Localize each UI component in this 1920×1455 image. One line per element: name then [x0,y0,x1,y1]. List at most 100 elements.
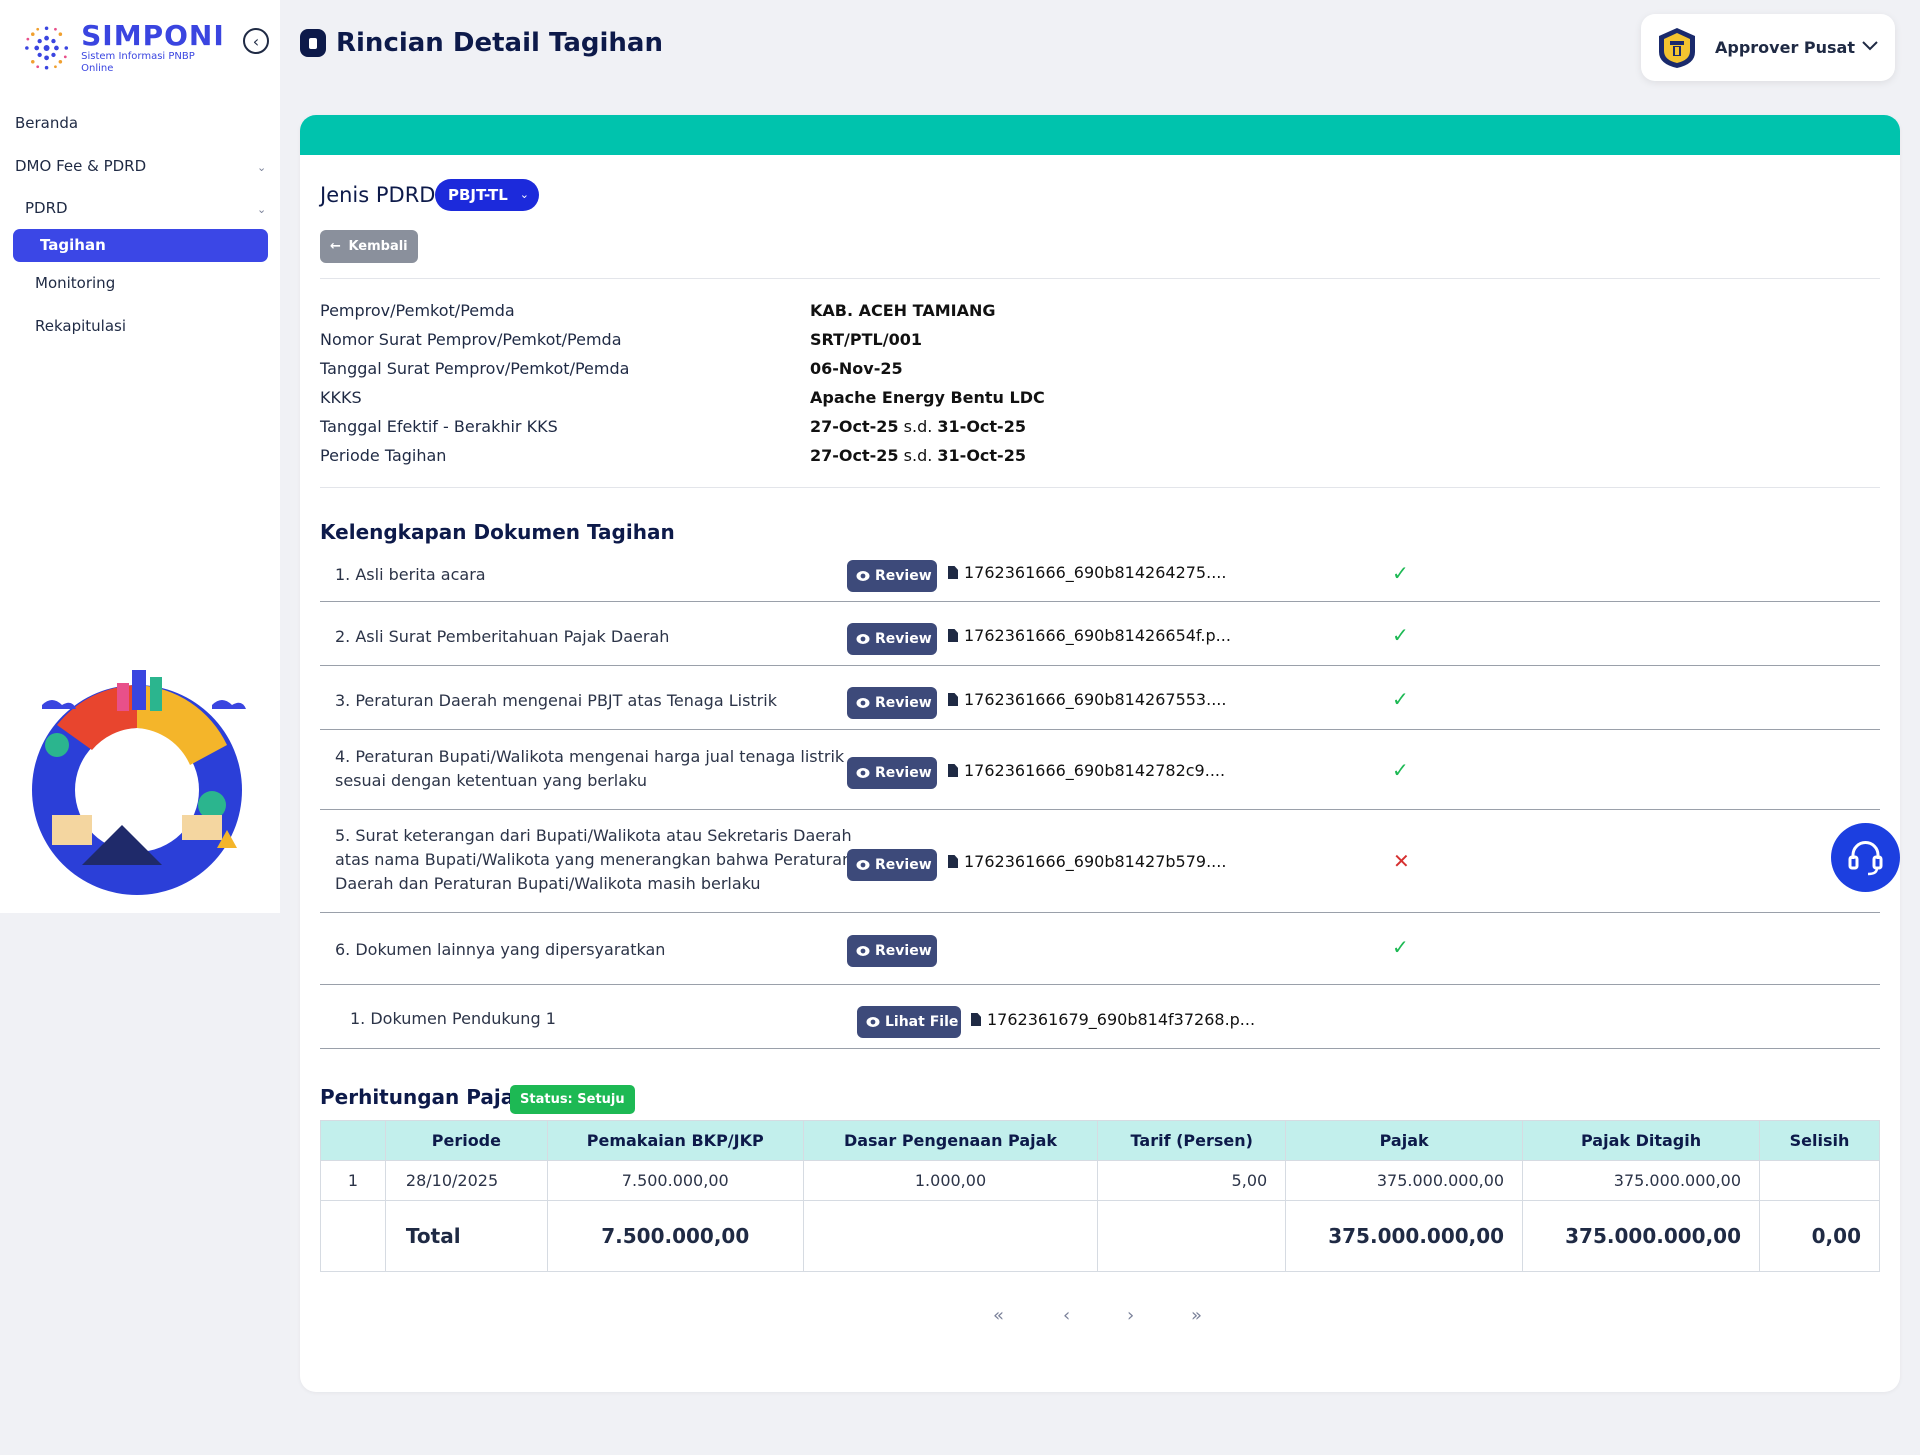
column-header: Dasar Pengenaan Pajak [802,1120,1099,1161]
file-icon [948,764,958,777]
table-cell [320,1200,386,1272]
info-value: SRT/PTL/001 [810,330,922,349]
table-cell: 7.500.000,00 [546,1160,804,1201]
sidebar-item-monitoring[interactable]: Monitoring [35,274,115,292]
review-button-label: Review [875,857,932,873]
headset-icon [1848,841,1883,876]
page-title-text: Rincian Detail Tagihan [336,28,663,58]
collapse-sidebar-button[interactable]: ‹ [243,28,269,54]
pager-prev-button[interactable]: ‹ [1063,1305,1070,1326]
pager-first-button[interactable]: « [993,1305,1004,1326]
eye-icon [856,860,870,870]
illustration-image [32,670,246,895]
document-name: 2. Asli Surat Pemberitahuan Pajak Daerah [335,627,670,646]
pager-next-button[interactable]: › [1127,1305,1134,1326]
column-header [320,1120,386,1161]
user-name: Approver Pusat [1715,38,1855,57]
document-name: 1. Dokumen Pendukung 1 [350,1009,556,1028]
file-link[interactable]: 1762361679_690b814f37268.p... [971,1010,1255,1029]
review-button-label: Review [875,765,932,781]
info-label: Tanggal Surat Pemprov/Pemkot/Pemda [320,359,630,378]
review-button[interactable]: Review [847,560,937,592]
table-cell: 5,00 [1097,1160,1287,1201]
table-row: 1 28/10/2025 7.500.000,00 1.000,00 5,00 … [320,1160,1880,1201]
review-button[interactable]: Review [847,687,937,719]
file-link[interactable]: 1762361666_690b81426654f.p... [948,626,1231,645]
document-name: 5. Surat keterangan dari Bupati/Walikota… [335,826,853,893]
document-row: 2. Asli Surat Pemberitahuan Pajak Daerah… [320,602,1880,666]
info-label: Pemprov/Pemkot/Pemda [320,301,515,320]
table-header-row: Periode Pemakaian BKP/JKP Dasar Pengenaa… [320,1120,1880,1161]
view-file-button[interactable]: Lihat File [857,1006,961,1038]
sidebar-item-tagihan[interactable]: Tagihan [13,229,268,262]
total-cell [802,1200,1099,1272]
info-label: Tanggal Efektif - Berakhir KKS [320,417,558,436]
review-button-label: Review [875,568,932,584]
logo-dots-icon [25,26,69,70]
check-icon: ✓ [1392,623,1409,647]
sidebar-item-rekapitulasi[interactable]: Rekapitulasi [35,317,126,335]
logo[interactable]: SIMPONI Sistem Informasi PNBP Online [18,18,228,78]
file-icon [971,1013,981,1026]
column-header: Selisih [1759,1120,1880,1161]
file-link[interactable]: 1762361666_690b8142782c9.... [948,761,1225,780]
file-link[interactable]: 1762361666_690b814267553.... [948,690,1226,709]
chevron-down-icon: ⌄ [519,188,529,201]
document-row: 5. Surat keterangan dari Bupati/Walikota… [320,810,1880,913]
review-button[interactable]: Review [847,935,937,967]
check-icon: ✓ [1392,758,1409,782]
column-header: Pemakaian BKP/JKP [546,1120,804,1161]
review-button[interactable]: Review [847,623,937,655]
document-row: 4. Peraturan Bupati/Walikota mengenai ha… [320,730,1880,810]
chevron-down-icon [1861,36,1879,57]
total-label: Total [384,1200,548,1272]
review-button-label: Review [875,943,932,959]
jenis-pdrd-select[interactable]: PBJT-TL ⌄ [435,179,539,211]
info-value: 27-Oct-25 s.d. 31-Oct-25 [810,446,1026,465]
eye-icon [856,634,870,644]
table-cell [1759,1160,1880,1201]
pager-last-button[interactable]: » [1191,1305,1202,1326]
document-name: 4. Peraturan Bupati/Walikota mengenai ha… [335,747,845,790]
back-button[interactable]: ← Kembali [320,230,418,263]
total-cell: 0,00 [1759,1200,1880,1272]
table-total-row: Total 7.500.000,00 375.000.000,00 375.00… [320,1200,1880,1272]
review-button[interactable]: Review [847,849,937,881]
help-button[interactable] [1831,823,1900,892]
sidebar-item-label: DMO Fee & PDRD [15,157,147,175]
document-name: 6. Dokumen lainnya yang dipersyaratkan [335,940,666,959]
document-row: 1. Asli berita acara Review 1762361666_6… [320,552,1880,602]
file-icon [948,693,958,706]
chevron-left-icon: ‹ [252,31,260,51]
sidebar-item-dmo-fee-pdrd[interactable]: DMO Fee & PDRD ⌄ [15,157,270,175]
divider [320,278,1880,279]
emblem-icon [1659,27,1695,68]
column-header: Pajak Ditagih [1522,1120,1761,1161]
total-cell [1097,1200,1287,1272]
info-value: KAB. ACEH TAMIANG [810,301,996,320]
user-menu[interactable]: Approver Pusat [1641,14,1895,81]
chevron-down-icon: ⌄ [257,161,267,174]
sidebar-item-pdrd[interactable]: PDRD ⌄ [25,199,270,217]
table-cell: 375.000.000,00 [1522,1160,1761,1201]
file-link[interactable]: 1762361666_690b814264275.... [948,563,1226,582]
clipboard-icon [300,29,326,57]
column-header: Tarif (Persen) [1097,1120,1287,1161]
page-title: Rincian Detail Tagihan [300,28,663,58]
eye-icon [856,571,870,581]
table-cell: 375.000.000,00 [1285,1160,1524,1201]
check-icon: ✓ [1392,935,1409,959]
detail-card: Jenis PDRD PBJT-TL ⌄ ← Kembali Pemprov/P… [300,115,1900,1392]
supporting-document-row: 1. Dokumen Pendukung 1 Lihat File 176236… [320,985,1880,1049]
eye-icon [856,768,870,778]
document-row: 6. Dokumen lainnya yang dipersyaratkan R… [320,913,1880,985]
review-button[interactable]: Review [847,757,937,789]
sidebar-item-label: Beranda [15,114,79,132]
info-label: Periode Tagihan [320,446,447,465]
back-button-label: Kembali [348,239,408,254]
check-icon: ✓ [1392,687,1409,711]
eye-icon [866,1017,880,1027]
card-header-bar [300,115,1900,155]
file-link[interactable]: 1762361666_690b81427b579.... [948,852,1226,871]
sidebar-item-beranda[interactable]: Beranda [15,114,78,132]
